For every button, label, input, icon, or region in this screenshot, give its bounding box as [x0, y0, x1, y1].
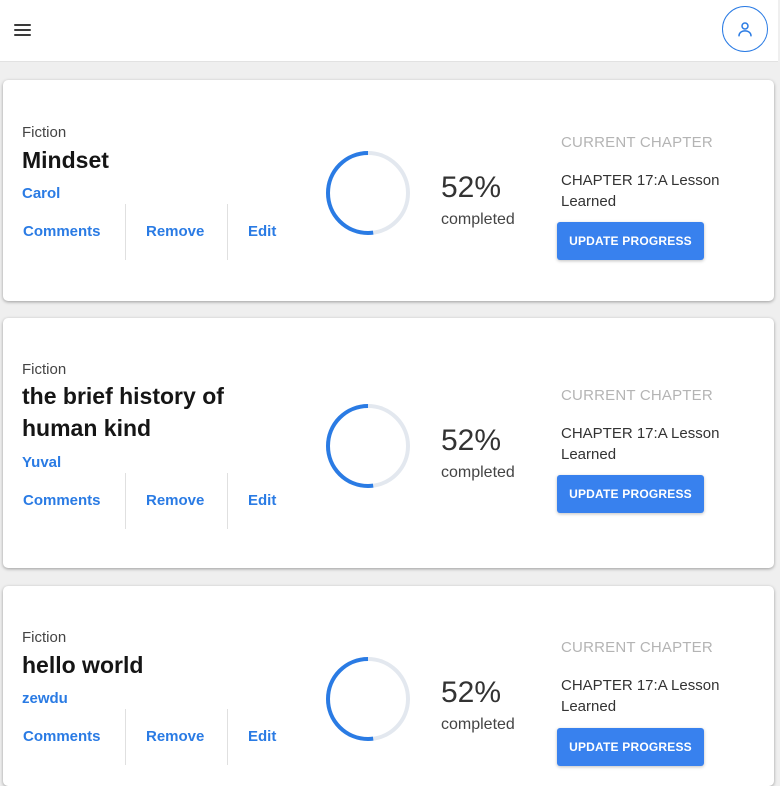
progress-percent: 52%	[441, 424, 502, 457]
progress-label: completed	[441, 464, 515, 481]
current-chapter-heading: CURRENT CHAPTER	[561, 639, 713, 656]
progress-ring	[326, 151, 410, 235]
top-app-bar	[0, 0, 778, 62]
current-chapter-name: CHAPTER 17:A Lesson Learned	[561, 425, 720, 463]
update-progress-button[interactable]: UPDATE PROGRESS	[557, 222, 704, 260]
book-author-link[interactable]: Carol	[22, 185, 60, 202]
comments-button[interactable]: Comments	[23, 204, 101, 260]
book-title: the brief history of human kind	[22, 383, 224, 441]
user-account-icon	[738, 22, 752, 37]
edit-button[interactable]: Edit	[248, 204, 276, 260]
user-account-button[interactable]	[722, 6, 768, 52]
current-chapter-heading: CURRENT CHAPTER	[561, 387, 713, 404]
update-progress-button[interactable]: UPDATE PROGRESS	[557, 728, 704, 766]
book-actions: Comments Remove Edit	[3, 204, 303, 260]
book-genre: Fiction	[22, 361, 67, 378]
current-chapter-name: CHAPTER 17:A Lesson Learned	[561, 677, 720, 715]
divider	[125, 473, 126, 529]
remove-button[interactable]: Remove	[146, 473, 204, 529]
book-genre: Fiction	[22, 124, 67, 141]
book-card: Fiction hello world zewdu Comments Remov…	[3, 586, 774, 786]
hamburger-menu-icon[interactable]	[13, 21, 33, 39]
current-chapter-name: CHAPTER 17:A Lesson Learned	[561, 172, 720, 210]
book-genre: Fiction	[22, 629, 67, 646]
progress-label: completed	[441, 211, 515, 228]
progress-percent: 52%	[441, 676, 502, 709]
divider	[227, 473, 228, 529]
book-title: hello world	[22, 652, 144, 678]
comments-button[interactable]: Comments	[23, 709, 101, 765]
current-chapter-heading: CURRENT CHAPTER	[561, 134, 713, 151]
divider	[125, 204, 126, 260]
book-card: Fiction Mindset Carol Comments Remove Ed…	[3, 80, 774, 301]
edit-button[interactable]: Edit	[248, 473, 276, 529]
book-card: Fiction the brief history of human kind …	[3, 318, 774, 568]
divider	[125, 709, 126, 765]
remove-button[interactable]: Remove	[146, 204, 204, 260]
update-progress-button[interactable]: UPDATE PROGRESS	[557, 475, 704, 513]
book-actions: Comments Remove Edit	[3, 473, 303, 529]
book-author-link[interactable]: zewdu	[22, 690, 68, 707]
edit-button[interactable]: Edit	[248, 709, 276, 765]
book-actions: Comments Remove Edit	[3, 709, 303, 765]
book-title: Mindset	[22, 147, 109, 173]
divider	[227, 204, 228, 260]
progress-ring	[326, 657, 410, 741]
divider	[227, 709, 228, 765]
remove-button[interactable]: Remove	[146, 709, 204, 765]
progress-percent: 52%	[441, 171, 502, 204]
progress-label: completed	[441, 716, 515, 733]
comments-button[interactable]: Comments	[23, 473, 101, 529]
book-author-link[interactable]: Yuval	[22, 454, 61, 471]
progress-ring	[326, 404, 410, 488]
